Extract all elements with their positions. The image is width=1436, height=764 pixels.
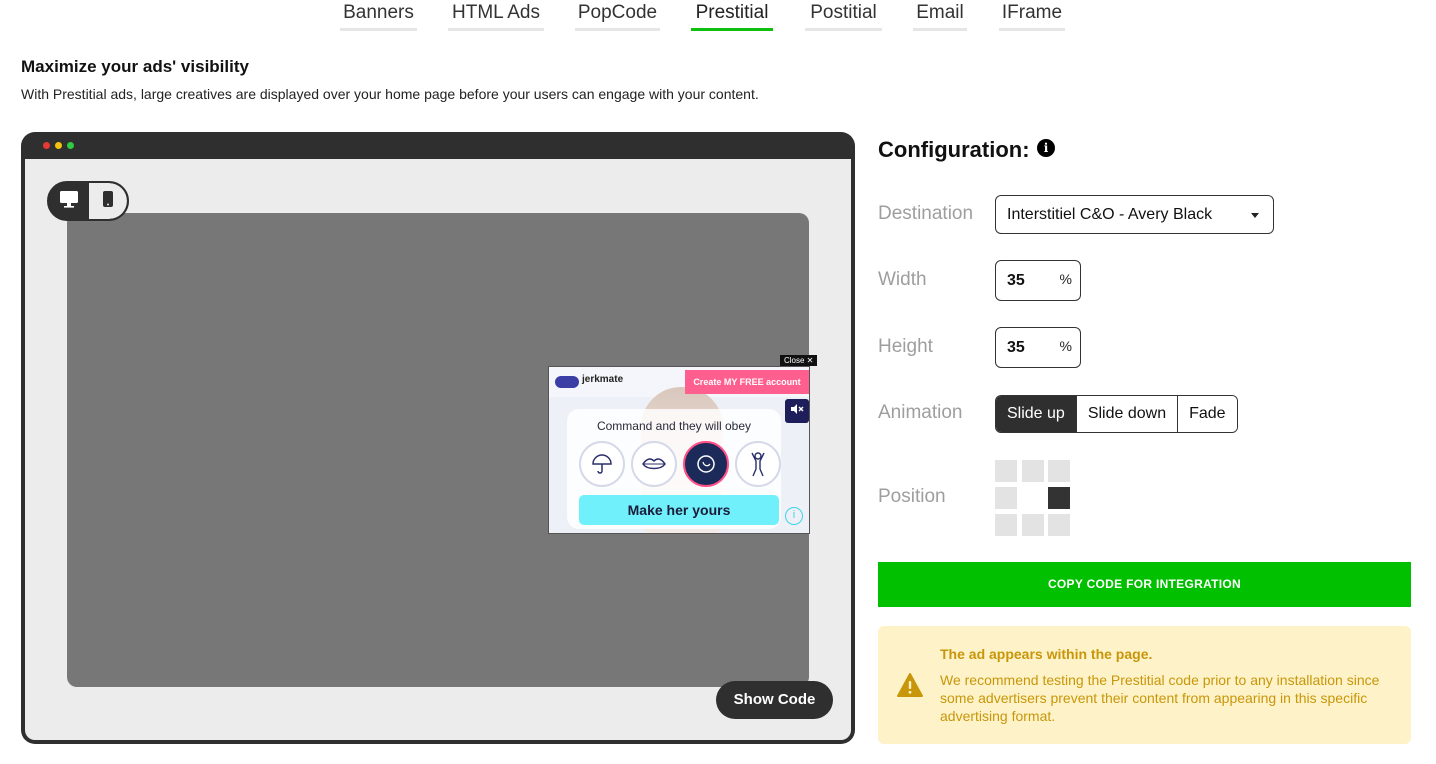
width-unit: % xyxy=(1059,271,1072,287)
ad-close-button[interactable]: Close ✕ xyxy=(780,355,818,366)
desktop-icon xyxy=(59,190,79,213)
position-label: Position xyxy=(878,486,946,507)
warning-box: The ad appears within the page. We recom… xyxy=(878,626,1411,744)
figure-icon[interactable] xyxy=(735,441,781,487)
width-label: Width xyxy=(878,269,927,290)
mobile-icon xyxy=(102,190,114,213)
copy-code-button[interactable]: COPY CODE FOR INTEGRATION xyxy=(878,562,1411,607)
window-minimize-dot xyxy=(55,142,62,149)
window-maximize-dot xyxy=(67,142,74,149)
page-description: With Prestitial ads, large creatives are… xyxy=(21,86,759,102)
destination-value: Interstitiel C&O - Avery Black xyxy=(1007,206,1213,223)
desktop-view-button[interactable] xyxy=(49,183,89,219)
width-input[interactable]: 35 % xyxy=(995,260,1081,301)
ad-panel: Command and they will obey Make her your… xyxy=(567,409,781,529)
ad-info-icon[interactable]: i xyxy=(785,507,803,525)
warning-text: We recommend testing the Prestitial code… xyxy=(940,672,1380,724)
preview-viewport: Close ✕ jerkmate Create MY FREE account … xyxy=(25,159,851,740)
animation-fade-button[interactable]: Fade xyxy=(1177,396,1237,432)
animation-slide-up-button[interactable]: Slide up xyxy=(996,396,1076,432)
height-unit: % xyxy=(1059,338,1072,354)
mobile-view-button[interactable] xyxy=(89,183,127,219)
info-icon[interactable]: i xyxy=(1037,139,1055,157)
tab-email[interactable]: Email xyxy=(913,0,967,31)
animation-options: Slide up Slide down Fade xyxy=(995,395,1238,433)
tab-prestitial[interactable]: Prestitial xyxy=(691,0,773,31)
mute-icon xyxy=(790,402,804,420)
height-label: Height xyxy=(878,336,933,357)
face-icon[interactable] xyxy=(683,441,729,487)
ad-headline: Command and they will obey xyxy=(596,419,752,433)
ad-create-account-button[interactable]: Create MY FREE account xyxy=(685,370,809,394)
ad-mute-button[interactable] xyxy=(785,399,809,423)
position-bottom-center[interactable] xyxy=(1022,514,1044,536)
position-grid xyxy=(995,460,1071,536)
ad-logo-icon xyxy=(555,376,579,388)
warning-icon xyxy=(896,672,924,703)
destination-select[interactable]: Interstitiel C&O - Avery Black xyxy=(995,195,1274,234)
animation-label: Animation xyxy=(878,402,963,423)
warning-title: The ad appears within the page. xyxy=(940,646,1153,662)
ad-creative[interactable]: jerkmate Create MY FREE account Command … xyxy=(548,366,810,534)
caret-down-icon xyxy=(1251,213,1259,218)
destination-label: Destination xyxy=(878,203,974,224)
tab-postitial[interactable]: Postitial xyxy=(805,0,882,31)
configuration-title: Configuration: xyxy=(878,137,1030,162)
height-value: 35 xyxy=(1007,339,1025,356)
tab-html-ads[interactable]: HTML Ads xyxy=(448,0,544,31)
ad-cta-button[interactable]: Make her yours xyxy=(579,495,779,525)
ad-logo-text: jerkmate xyxy=(582,374,624,385)
show-code-button[interactable]: Show Code xyxy=(716,681,833,719)
tab-banners[interactable]: Banners xyxy=(340,0,417,31)
page-title: Maximize your ads' visibility xyxy=(21,57,249,76)
browser-preview: Close ✕ jerkmate Create MY FREE account … xyxy=(21,132,855,744)
position-top-left[interactable] xyxy=(995,460,1017,482)
umbrella-icon[interactable] xyxy=(579,441,625,487)
tab-iframe[interactable]: IFrame xyxy=(999,0,1065,31)
height-input[interactable]: 35 % xyxy=(995,327,1081,368)
position-bottom-right[interactable] xyxy=(1048,514,1070,536)
window-close-dot xyxy=(43,142,50,149)
position-bottom-left[interactable] xyxy=(995,514,1017,536)
animation-slide-down-button[interactable]: Slide down xyxy=(1075,396,1178,432)
position-center[interactable] xyxy=(1022,487,1044,509)
format-tabs: Banners HTML Ads PopCode Prestitial Post… xyxy=(0,0,1436,34)
position-top-right[interactable] xyxy=(1048,460,1070,482)
position-middle-left[interactable] xyxy=(995,487,1017,509)
device-toggle xyxy=(47,181,129,221)
lips-icon[interactable] xyxy=(631,441,677,487)
position-top-center[interactable] xyxy=(1022,460,1044,482)
width-value: 35 xyxy=(1007,272,1025,289)
tab-popcode[interactable]: PopCode xyxy=(575,0,660,31)
position-middle-right[interactable] xyxy=(1048,487,1070,509)
